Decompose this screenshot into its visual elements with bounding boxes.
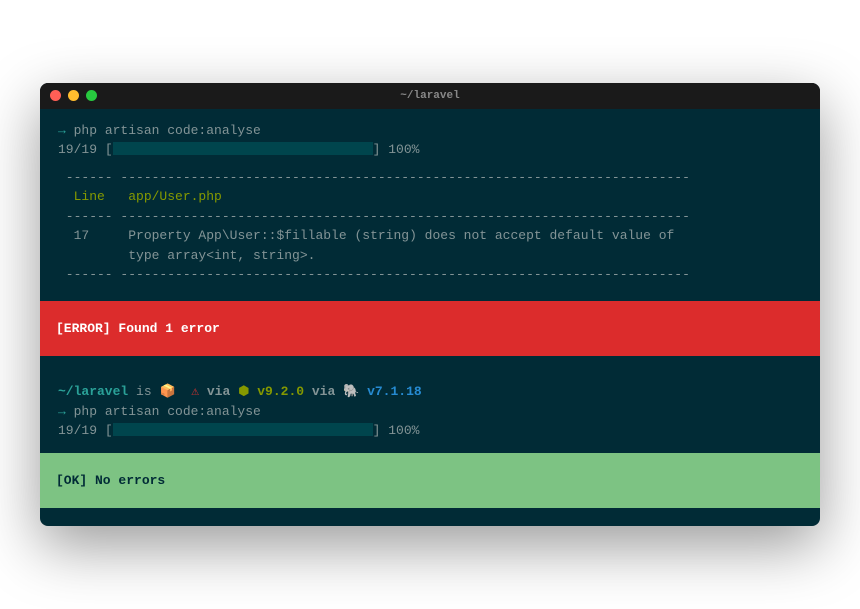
- error-message-1: Property App\User::$fillable (string) do…: [89, 228, 682, 243]
- maximize-icon[interactable]: [86, 90, 97, 101]
- table-header: Line app/User.php: [58, 187, 802, 207]
- prompt-arrow-icon: →: [58, 123, 74, 138]
- node-version: v9.2.0: [257, 384, 304, 399]
- minimize-icon[interactable]: [68, 90, 79, 101]
- traffic-lights: [50, 90, 97, 101]
- close-icon[interactable]: [50, 90, 61, 101]
- command-line-1: → php artisan code:analyse: [58, 121, 802, 141]
- progress-line-1: 19/19 [] 100%: [58, 140, 802, 160]
- via-text-2: via: [304, 384, 343, 399]
- command-text-2: php artisan code:analyse: [74, 404, 261, 419]
- command-line-2: → php artisan code:analyse: [58, 402, 802, 422]
- is-text: is: [128, 384, 159, 399]
- terminal-content[interactable]: → php artisan code:analyse 19/19 [] 100%…: [40, 109, 820, 527]
- progress-percent-2: 100%: [388, 423, 419, 438]
- warning-icon: ⚠: [191, 384, 207, 399]
- ok-banner-text: [OK] No errors: [56, 473, 165, 488]
- node-icon: ⬢: [238, 384, 257, 399]
- ok-banner: [OK] No errors: [40, 453, 820, 509]
- dash-line-mid: ------ ---------------------------------…: [58, 207, 802, 227]
- elephant-icon: 🐘: [343, 384, 367, 399]
- titlebar: ~/laravel: [40, 83, 820, 109]
- error-row: 17 Property App\User::$fillable (string)…: [58, 226, 802, 246]
- progress-line-2: 19/19 [] 100%: [58, 421, 802, 441]
- prompt-arrow-icon: →: [58, 404, 74, 419]
- terminal-window: ~/laravel → php artisan code:analyse 19/…: [40, 83, 820, 527]
- error-banner: [ERROR] Found 1 error: [40, 301, 820, 357]
- command-text: php artisan code:analyse: [74, 123, 261, 138]
- error-banner-text: [ERROR] Found 1 error: [56, 321, 220, 336]
- prompt-path: ~/laravel: [58, 384, 128, 399]
- prompt-line-2: ~/laravel is 📦 ⚠ via ⬢ v9.2.0 via 🐘 v7.1…: [58, 382, 802, 402]
- progress-bar: [113, 142, 373, 155]
- progress-count-2: 19/19: [58, 423, 97, 438]
- dash-line-bottom: ------ ---------------------------------…: [58, 265, 802, 285]
- error-line-num: 17: [58, 228, 89, 243]
- dash-line-top: ------ ---------------------------------…: [58, 168, 802, 188]
- progress-percent: 100%: [388, 142, 419, 157]
- error-row-2: type array<int, string>.: [58, 246, 802, 266]
- php-version: v7.1.18: [367, 384, 422, 399]
- via-text-1: via: [207, 384, 238, 399]
- progress-bar-2: [113, 423, 373, 436]
- progress-count: 19/19: [58, 142, 97, 157]
- package-icon: 📦: [159, 384, 175, 399]
- window-title: ~/laravel: [400, 90, 459, 102]
